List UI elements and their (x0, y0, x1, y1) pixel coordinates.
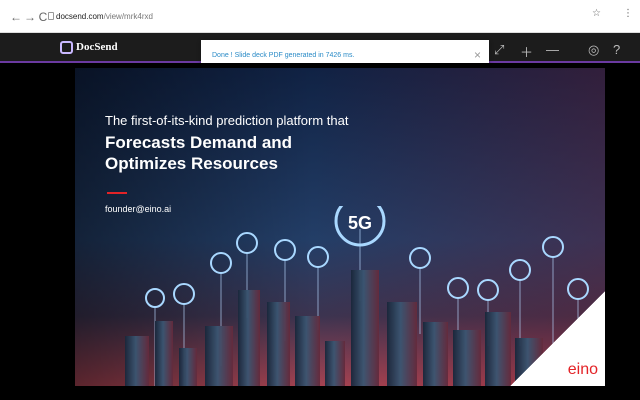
toast-message: Done ! Slide deck PDF generated in 7426 … (212, 52, 355, 59)
url-path: /view/mrk4rxd (103, 12, 153, 21)
red-divider (107, 192, 127, 194)
headline-line-2: Optimizes Resources (105, 154, 278, 173)
network-icon (173, 283, 195, 305)
chat-icon (542, 236, 564, 258)
bookmark-star-icon[interactable]: ☆ (592, 8, 601, 19)
url-domain: docsend.com (56, 12, 104, 21)
eino-logo: eino (567, 361, 598, 378)
docsend-logo-icon (60, 41, 73, 54)
5g-badge: 5G (348, 213, 372, 233)
browser-menu-icon[interactable]: ⋮ (623, 8, 633, 19)
forward-button[interactable]: → (23, 10, 37, 24)
chart-icon (236, 232, 258, 254)
bar-chart-icon (509, 259, 531, 281)
slide-headline: Forecasts Demand and Optimizes Resources (105, 132, 355, 174)
eino-logo-area: eino (510, 291, 605, 386)
briefcase-icon (145, 288, 165, 308)
zoom-in-icon[interactable]: ＋ (520, 42, 533, 61)
lock-icon (48, 12, 54, 20)
dollar-icon (477, 279, 499, 301)
founder-email: founder@eino.ai (105, 204, 172, 214)
document-viewer: The first-of-its-kind prediction platfor… (0, 63, 640, 400)
people-icon (447, 277, 469, 299)
comment-icon[interactable]: ◎ (588, 42, 599, 58)
graduation-icon (210, 252, 232, 274)
location-icon (409, 247, 431, 269)
zoom-out-icon[interactable]: — (546, 42, 559, 57)
app-name: DocSend (76, 41, 118, 53)
close-icon[interactable]: × (474, 48, 481, 62)
back-button[interactable]: ← (9, 10, 23, 24)
address-bar[interactable]: docsend.com/view/mrk4rxd (56, 9, 153, 25)
slide-kicker: The first-of-its-kind prediction platfor… (105, 113, 349, 128)
help-icon[interactable]: ? (613, 42, 620, 57)
cloud-icon (274, 239, 296, 261)
slide-page: The first-of-its-kind prediction platfor… (75, 68, 605, 386)
headline-line-1: Forecasts Demand and (105, 133, 293, 152)
wifi-icon (307, 246, 329, 268)
browser-toolbar: ← → C docsend.com/view/mrk4rxd ☆ ⋮ (0, 0, 640, 33)
expand-icon[interactable]: ⤢ (494, 42, 504, 58)
